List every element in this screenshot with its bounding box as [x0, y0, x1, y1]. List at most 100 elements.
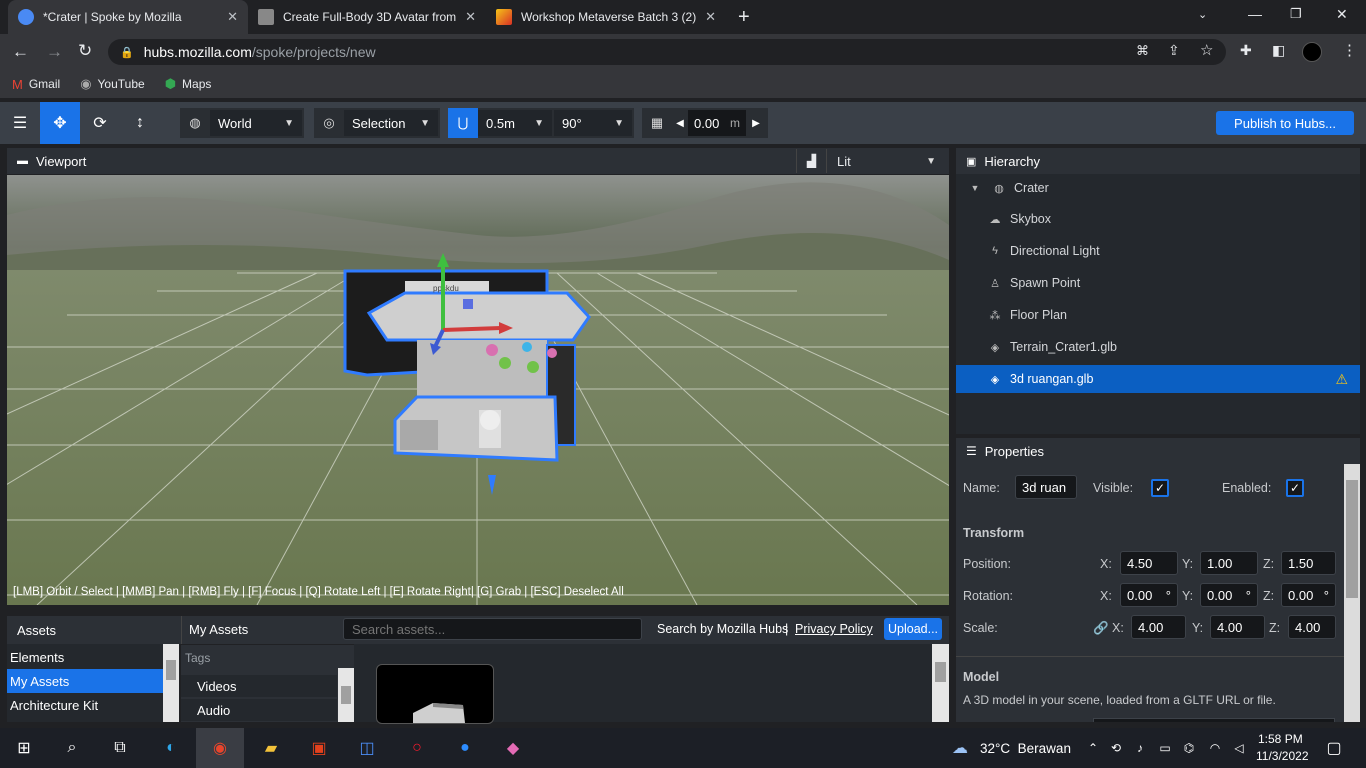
translate-icon[interactable]: ⌘	[1136, 43, 1149, 59]
pivot-selector[interactable]: ◎ Selection ▼	[314, 108, 440, 138]
battery-icon[interactable]: ▭	[1154, 728, 1176, 768]
profile-avatar[interactable]	[1302, 42, 1322, 62]
restore-icon[interactable]: ❐	[1290, 6, 1302, 22]
tab-workshop[interactable]: Workshop Metaverse Batch 3 (2) ✕	[486, 0, 726, 34]
clock-time[interactable]: 1:58 PM	[1258, 732, 1303, 746]
assets-scrollbar[interactable]	[932, 644, 949, 722]
publish-button[interactable]: Publish to Hubs...	[1216, 111, 1354, 135]
close-icon[interactable]: ✕	[465, 9, 476, 25]
hierarchy-item-light[interactable]: ϟ Directional Light	[956, 237, 1360, 265]
asset-source-elements[interactable]: Elements	[7, 645, 163, 669]
device-icon[interactable]: ⌬	[1178, 728, 1200, 768]
hierarchy-item-floorplan[interactable]: ⁂ Floor Plan	[956, 301, 1360, 329]
reload-icon[interactable]: ↻	[78, 41, 92, 61]
hierarchy-item-skybox[interactable]: ☁ Skybox	[956, 205, 1360, 233]
rotation-y-input[interactable]: 0.00 °	[1200, 583, 1258, 607]
tab-search-icon[interactable]: ⌄	[1198, 8, 1207, 21]
hierarchy-root[interactable]: ▼ ◍ Crater	[956, 174, 1360, 202]
bookmark-youtube[interactable]: ◉ YouTube	[80, 76, 145, 92]
close-icon[interactable]: ✕	[705, 9, 716, 25]
scale-tool-icon[interactable]: ↕	[120, 102, 160, 144]
asset-source-architecture-kit[interactable]: Architecture Kit	[7, 693, 163, 717]
hierarchy-item-spawn[interactable]: ♙ Spawn Point	[956, 269, 1360, 297]
increase-icon[interactable]: ▶	[748, 118, 764, 129]
scale-x-input[interactable]: 4.00	[1131, 615, 1186, 639]
tab-avatar[interactable]: Create Full-Body 3D Avatar from ✕	[248, 0, 486, 34]
rotate-tool-icon[interactable]: ⟳	[80, 102, 120, 144]
sources-scrollbar[interactable]	[163, 644, 179, 722]
snap-rotate-select[interactable]: 90° ▼	[554, 110, 632, 136]
position-z-input[interactable]: 1.50	[1281, 551, 1336, 575]
position-x-input[interactable]: 4.50	[1120, 551, 1178, 575]
chrome-icon[interactable]: ◉	[196, 728, 244, 768]
side-panel-icon[interactable]: ◧	[1272, 42, 1285, 59]
position-label: Position:	[963, 557, 1011, 571]
render-mode-select[interactable]: Lit ▼	[826, 149, 944, 173]
hierarchy-item-terrain[interactable]: ◈ Terrain_Crater1.glb	[956, 333, 1360, 361]
back-icon[interactable]: ←	[12, 42, 29, 62]
wifi-icon[interactable]: ◠	[1204, 728, 1226, 768]
asset-source-my-assets[interactable]: My Assets	[7, 669, 163, 693]
enabled-checkbox[interactable]: ✓	[1286, 479, 1304, 497]
hierarchy-item-ruangan[interactable]: ◈ 3d ruangan.glb ⚠	[956, 365, 1360, 393]
extensions-icon[interactable]: ✚	[1240, 42, 1252, 59]
paint-icon[interactable]: ◆	[496, 728, 530, 768]
position-y-input[interactable]: 1.00	[1200, 551, 1258, 575]
bookmark-star-icon[interactable]: ☆	[1200, 41, 1213, 59]
chevron-up-icon[interactable]: ⌃	[1082, 728, 1104, 768]
caret-down-icon[interactable]: ▼	[966, 183, 984, 193]
scale-z-input[interactable]: 4.00	[1288, 615, 1336, 639]
search-assets-input[interactable]	[343, 618, 642, 640]
office-icon[interactable]: ▣	[302, 728, 336, 768]
name-input[interactable]: 3d ruan	[1015, 475, 1077, 499]
task-view-icon[interactable]: ⧉	[104, 728, 136, 768]
store-icon[interactable]: ◫	[350, 728, 384, 768]
close-icon[interactable]: ✕	[227, 9, 238, 25]
asset-thumbnail[interactable]	[376, 664, 494, 724]
privacy-policy-link[interactable]: Privacy Policy	[795, 622, 873, 636]
forward-icon[interactable]: →	[46, 42, 63, 62]
scale-y-input[interactable]: 4.00	[1210, 615, 1265, 639]
zoom-icon[interactable]: ●	[448, 728, 482, 768]
share-icon[interactable]: ⇪	[1168, 42, 1180, 59]
edge-icon[interactable]: ◐	[154, 728, 188, 768]
grid-height-input[interactable]: 0.00 m	[688, 110, 746, 136]
link-icon[interactable]: 🔗	[1093, 621, 1109, 636]
hamburger-menu-icon[interactable]: ☰	[0, 102, 40, 144]
magnet-icon[interactable]: ⋃	[448, 108, 478, 138]
upload-button[interactable]: Upload...	[884, 618, 942, 640]
opera-icon[interactable]: ○	[400, 728, 434, 768]
address-bar[interactable]: 🔒 hubs.mozilla.com /spoke/projects/new	[108, 39, 1226, 65]
rotation-x-input[interactable]: 0.00 °	[1120, 583, 1178, 607]
minimize-icon[interactable]: —	[1248, 6, 1262, 22]
clock-date[interactable]: 11/3/2022	[1256, 749, 1309, 763]
tag-videos[interactable]: Videos	[181, 675, 337, 697]
tags-scrollbar[interactable]	[338, 668, 354, 722]
space-selector[interactable]: ◍ World ▼	[180, 108, 304, 138]
volume-icon[interactable]: ◁	[1228, 728, 1250, 768]
notifications-icon[interactable]: ▢	[1320, 728, 1348, 768]
bookmark-gmail[interactable]: M Gmail	[12, 77, 60, 92]
visible-checkbox[interactable]: ✓	[1151, 479, 1169, 497]
tag-audio[interactable]: Audio	[181, 699, 337, 721]
decrease-icon[interactable]: ◀	[672, 118, 688, 129]
menu-icon[interactable]: ⋮	[1342, 41, 1357, 59]
translate-tool-icon[interactable]: ✥	[40, 102, 80, 144]
microphone-icon[interactable]: ♪	[1130, 728, 1150, 768]
file-explorer-icon[interactable]: ▰	[254, 728, 288, 768]
model-url-input[interactable]	[1093, 718, 1335, 722]
search-icon[interactable]: ⌕	[56, 728, 88, 768]
bookmark-maps[interactable]: ⬢ Maps	[165, 76, 212, 92]
rotation-z-input[interactable]: 0.00 °	[1281, 583, 1336, 607]
new-tab-icon[interactable]: +	[738, 6, 750, 29]
viewport-canvas[interactable]: ppskdu [LMB] Orbit / Select | [MMB] Pan …	[7, 175, 949, 605]
windows-start-icon[interactable]: ⊞	[8, 728, 40, 768]
axis-x-label: X:	[1100, 557, 1112, 571]
properties-scrollbar[interactable]	[1344, 464, 1360, 722]
snap-translate-select[interactable]: 0.5m ▼	[478, 110, 552, 136]
tab-crater[interactable]: *Crater | Spoke by Mozilla ✕	[8, 0, 248, 34]
window-close-icon[interactable]: ✕	[1336, 6, 1348, 23]
sync-icon[interactable]: ⟲	[1106, 728, 1126, 768]
weather-text[interactable]: 32°C Berawan	[980, 741, 1071, 756]
stats-icon[interactable]: ▟	[796, 149, 826, 173]
